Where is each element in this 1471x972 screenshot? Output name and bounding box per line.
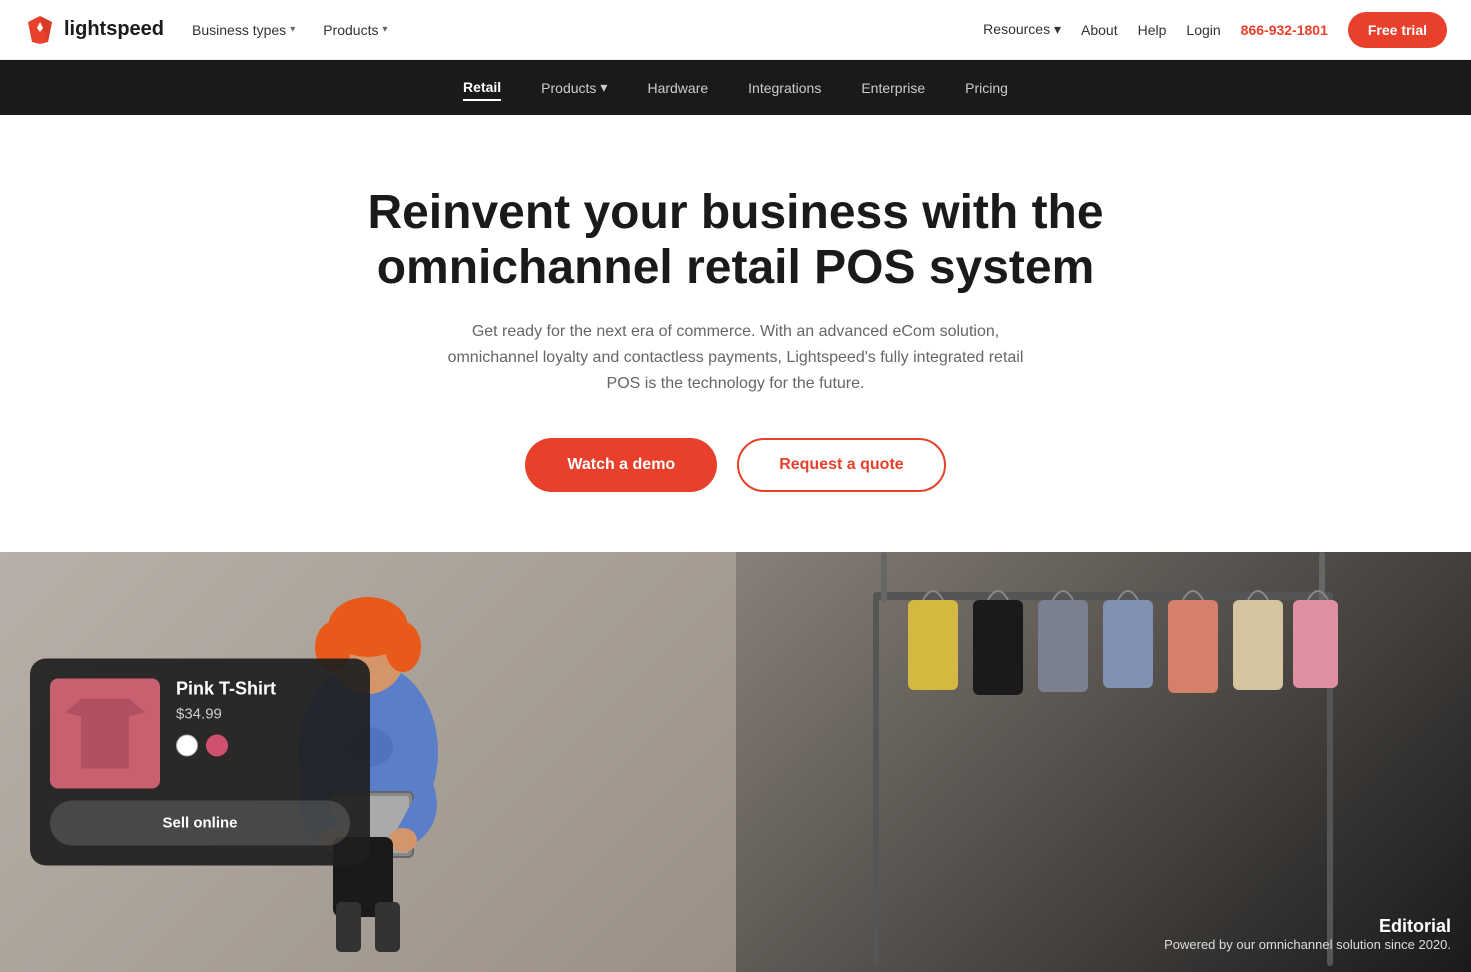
swatch-white[interactable]	[176, 735, 198, 757]
subnav-integrations[interactable]: Integrations	[748, 76, 821, 100]
logo-text: lightspeed	[64, 18, 164, 41]
hero-image-section: Pink T-Shirt $34.99 Sell online Editoria…	[0, 552, 1471, 972]
free-trial-button[interactable]: Free trial	[1348, 12, 1447, 48]
watch-demo-button[interactable]: Watch a demo	[525, 438, 717, 492]
nav-login[interactable]: Login	[1186, 22, 1220, 38]
nav-business-types-label: Business types	[192, 22, 286, 38]
hero-section: Reinvent your business with the omnichan…	[0, 115, 1471, 552]
editorial-subtitle: Powered by our omnichannel solution sinc…	[1164, 937, 1451, 952]
tshirt-icon	[65, 699, 145, 769]
nav-about[interactable]: About	[1081, 22, 1118, 38]
top-navbar: lightspeed Business types ▾ Products ▾ R…	[0, 0, 1471, 60]
swatch-pink[interactable]	[206, 735, 228, 757]
subnav-hardware[interactable]: Hardware	[647, 76, 708, 100]
sub-navbar: Retail Products ▾ Hardware Integrations …	[0, 60, 1471, 115]
request-quote-button[interactable]: Request a quote	[737, 438, 945, 492]
product-thumbnail	[50, 679, 160, 789]
sell-online-button[interactable]: Sell online	[50, 801, 350, 846]
editorial-badge: Editorial Powered by our omnichannel sol…	[1164, 916, 1451, 952]
subnav-retail[interactable]: Retail	[463, 75, 501, 101]
scene-right	[736, 552, 1471, 972]
chevron-down-icon: ▾	[600, 79, 607, 96]
product-info: Pink T-Shirt $34.99	[176, 679, 350, 757]
logo[interactable]: lightspeed	[24, 14, 164, 46]
subnav-products[interactable]: Products ▾	[541, 75, 607, 100]
chevron-down-icon: ▾	[382, 24, 387, 35]
editorial-title: Editorial	[1164, 916, 1451, 937]
clothing-rack-illustration	[853, 552, 1353, 972]
hero-subtitle: Get ready for the next era of commerce. …	[446, 319, 1026, 396]
subnav-pricing[interactable]: Pricing	[965, 76, 1008, 100]
hero-title: Reinvent your business with the omnichan…	[356, 185, 1116, 295]
nav-products[interactable]: Products ▾	[323, 22, 387, 38]
color-swatches	[176, 735, 350, 757]
phone-number[interactable]: 866-932-1801	[1241, 22, 1328, 38]
chevron-down-icon: ▾	[290, 24, 295, 35]
nav-resources[interactable]: Resources ▾	[983, 21, 1061, 38]
product-price: $34.99	[176, 706, 350, 723]
nav-help[interactable]: Help	[1138, 22, 1167, 38]
product-name: Pink T-Shirt	[176, 679, 350, 700]
nav-products-label: Products	[323, 22, 378, 38]
subnav-enterprise[interactable]: Enterprise	[861, 76, 925, 100]
product-card: Pink T-Shirt $34.99 Sell online	[30, 659, 370, 866]
nav-business-types[interactable]: Business types ▾	[192, 22, 295, 38]
